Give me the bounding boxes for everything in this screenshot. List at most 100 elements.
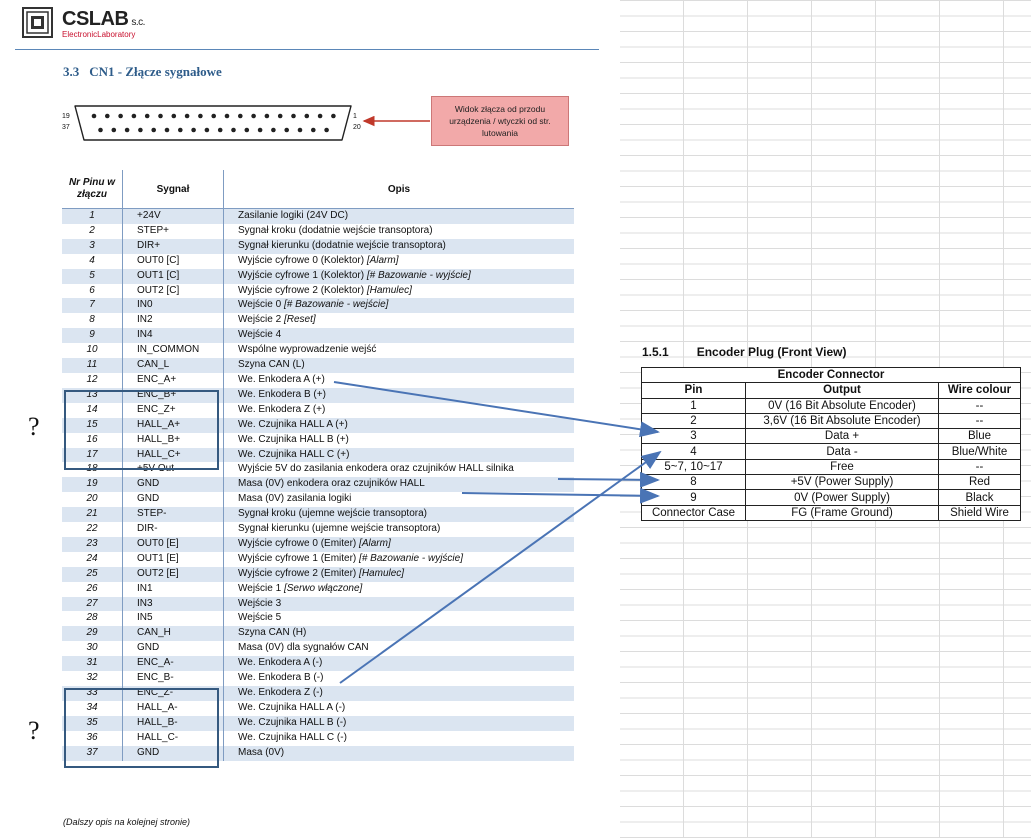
row-signal: GND bbox=[122, 641, 224, 657]
row-pin: 31 bbox=[62, 656, 123, 672]
header-description: Opis bbox=[223, 170, 574, 209]
connector-pin bbox=[191, 127, 196, 133]
row-pin: 9 bbox=[62, 328, 123, 344]
row-description: Wyjście cyfrowe 1 (Kolektor) [# Bazowani… bbox=[223, 268, 574, 284]
row-signal: ENC_A- bbox=[122, 656, 224, 672]
row-description: Szyna CAN (L) bbox=[223, 358, 574, 373]
row-signal: +24V bbox=[122, 208, 224, 224]
table-row: 22 DIR- Sygnał kierunku (ujemne wejście tr… bbox=[62, 522, 574, 537]
encoder-table-row: 4 Data - Blue/White bbox=[641, 443, 1021, 460]
table-row: 11 CAN_L Szyna CAN (L) bbox=[62, 358, 574, 373]
row-description: Masa (0V) bbox=[223, 745, 574, 761]
row-description-text: Wspólne wyprowadzenie wejść bbox=[238, 344, 377, 356]
row-description-extra: [Hamulec] bbox=[366, 284, 412, 296]
row-description-text: We. Enkodera A (+) bbox=[238, 373, 325, 385]
row-description: We. Czujnika HALL A (+) bbox=[223, 417, 574, 433]
logo-suffix: s.c. bbox=[131, 17, 145, 28]
row-description-extra: [Serwo włączone] bbox=[283, 582, 363, 594]
row-description-text: Wyjście cyfrowe 2 (Emiter) bbox=[238, 567, 360, 579]
row-description-text: Szyna CAN (H) bbox=[238, 627, 307, 639]
row-description-text: We. Enkodera B (-) bbox=[238, 672, 324, 684]
row-description: Wyjście cyfrowe 2 (Emiter) [Hamulec] bbox=[223, 566, 574, 582]
connector-pin bbox=[178, 127, 183, 133]
logo-wordmark: CSLAB s.c. bbox=[62, 8, 145, 31]
row-description-text: Masa (0V) enkodera oraz czujników HALL bbox=[238, 478, 425, 490]
encoder-cell-output: Data + bbox=[745, 428, 939, 445]
connector-pin bbox=[284, 127, 289, 133]
row-pin: 23 bbox=[62, 536, 123, 552]
row-signal: IN1 bbox=[122, 581, 224, 597]
row-description: Wyjście cyfrowe 1 (Emiter) [# Bazowanie … bbox=[223, 551, 574, 567]
row-description-text: Wejście 2 bbox=[238, 314, 284, 326]
row-description: Sygnał kroku (dodatnie wejście transopto… bbox=[223, 223, 574, 239]
row-signal: OUT2 [C] bbox=[122, 283, 224, 299]
row-description: Szyna CAN (H) bbox=[223, 626, 574, 642]
row-signal: STEP+ bbox=[122, 223, 224, 239]
table-row: 7 IN0 Wejście 0 [# Bazowanie - wejście] bbox=[62, 298, 574, 314]
row-description: Masa (0V) zasilania logiki bbox=[223, 492, 574, 508]
connector-pin bbox=[171, 113, 177, 119]
row-description-text: Wyjście 5V do zasilania enkodera oraz cz… bbox=[238, 463, 514, 475]
row-pin: 2 bbox=[89, 224, 95, 236]
row-pin: 5 bbox=[62, 268, 123, 284]
row-pin: 25 bbox=[62, 566, 123, 582]
encoder-cell-wire: Red bbox=[938, 474, 1021, 491]
table-row: 3 DIR+ Sygnał kierunku (dodatnie wejście t… bbox=[62, 238, 574, 254]
row-description-text: We. Czujnika HALL A (-) bbox=[238, 701, 346, 713]
row-description-text: Wyjście cyfrowe 1 (Emiter) bbox=[238, 552, 360, 564]
encoder-cell-output: +5V (Power Supply) bbox=[745, 474, 939, 491]
connector-pin bbox=[324, 127, 329, 133]
connector-pin bbox=[91, 113, 97, 119]
row-description-text: We. Czujnika HALL C (+) bbox=[238, 448, 350, 460]
row-description: We. Enkodera B (+) bbox=[223, 387, 574, 403]
encoder-table: Encoder Connector Pin Output Wire colour… bbox=[641, 366, 1021, 521]
encoder-table-caption: Encoder Connector bbox=[641, 366, 1021, 384]
row-signal: STEP- bbox=[122, 507, 224, 523]
row-description: Wyjście 5V do zasilania enkodera oraz cz… bbox=[223, 462, 574, 478]
table-row: 6 OUT2 [C] Wyjście cyfrowe 2 (Kolektor) [H… bbox=[62, 283, 574, 299]
table-row: 8 IN2 Wejście 2 [Reset] bbox=[62, 313, 574, 329]
table-row: 1 +24V Zasilanie logiki (24V DC) bbox=[62, 208, 574, 224]
row-description-text: Wyjście cyfrowe 0 (Emiter) bbox=[238, 537, 360, 549]
encoder-cell-output: 0V (Power Supply) bbox=[745, 489, 939, 506]
connector-label-37: 37 bbox=[62, 124, 70, 131]
connector-label-19: 19 bbox=[62, 113, 70, 120]
connector-pin bbox=[217, 127, 223, 133]
row-signal: OUT1 [C] bbox=[122, 268, 224, 284]
encoder-cell-output: FG (Frame Ground) bbox=[745, 504, 939, 521]
row-description-text: Wejście 5 bbox=[238, 612, 282, 624]
row-description: We. Czujnika HALL C (-) bbox=[223, 730, 574, 746]
row-description: We. Czujnika HALL C (+) bbox=[223, 447, 574, 463]
table-row: 4 OUT0 [C] Wyjście cyfrowe 0 (Kolektor) [A… bbox=[62, 253, 574, 269]
encoder-cell-wire: Black bbox=[938, 489, 1021, 506]
table-row: 20 GND Masa (0V) zasilania logiki bbox=[62, 492, 574, 508]
row-description: Wyjście cyfrowe 0 (Kolektor) [Alarm] bbox=[223, 253, 574, 269]
row-signal: IN3 bbox=[122, 596, 224, 612]
encoder-table-row: 9 0V (Power Supply) Black bbox=[641, 489, 1021, 506]
connector-pin bbox=[271, 127, 276, 133]
connector-pin bbox=[317, 113, 323, 119]
connector-pin bbox=[224, 113, 230, 119]
connector-pin bbox=[244, 127, 250, 133]
encoder-cell-pin: Connector Case bbox=[641, 504, 746, 521]
row-description-text: We. Czujnika HALL C (-) bbox=[238, 731, 347, 743]
connector-pin bbox=[198, 113, 203, 119]
connector-pin bbox=[158, 113, 163, 119]
row-signal: OUT0 [E] bbox=[122, 536, 224, 552]
encoder-header-wire: Wire colour bbox=[938, 382, 1021, 399]
table-row: 19 GND Masa (0V) enkodera oraz czujników H… bbox=[62, 477, 574, 493]
row-pin: 27 bbox=[62, 596, 123, 612]
encoder-cell-wire: Blue bbox=[938, 428, 1021, 445]
db37-connector-icon bbox=[74, 105, 352, 141]
row-description-text: Wyjście cyfrowe 1 (Kolektor) bbox=[238, 269, 367, 281]
row-signal: ENC_A+ bbox=[122, 372, 224, 388]
table-row: 24 OUT1 [E] Wyjście cyfrowe 1 (Emiter) [# … bbox=[62, 551, 574, 567]
encoder-cell-wire: -- bbox=[938, 397, 1021, 414]
row-description-text: Masa (0V) dla sygnałów CAN bbox=[238, 642, 369, 654]
row-signal: IN4 bbox=[122, 328, 224, 344]
row-pin: 28 bbox=[86, 612, 98, 624]
encoder-cell-pin: 5~7, 10~17 bbox=[641, 458, 746, 476]
row-description-text: Masa (0V) zasilania logiki bbox=[238, 493, 352, 505]
row-description: We. Czujnika HALL B (-) bbox=[223, 715, 574, 731]
row-signal: CAN_H bbox=[122, 626, 224, 642]
